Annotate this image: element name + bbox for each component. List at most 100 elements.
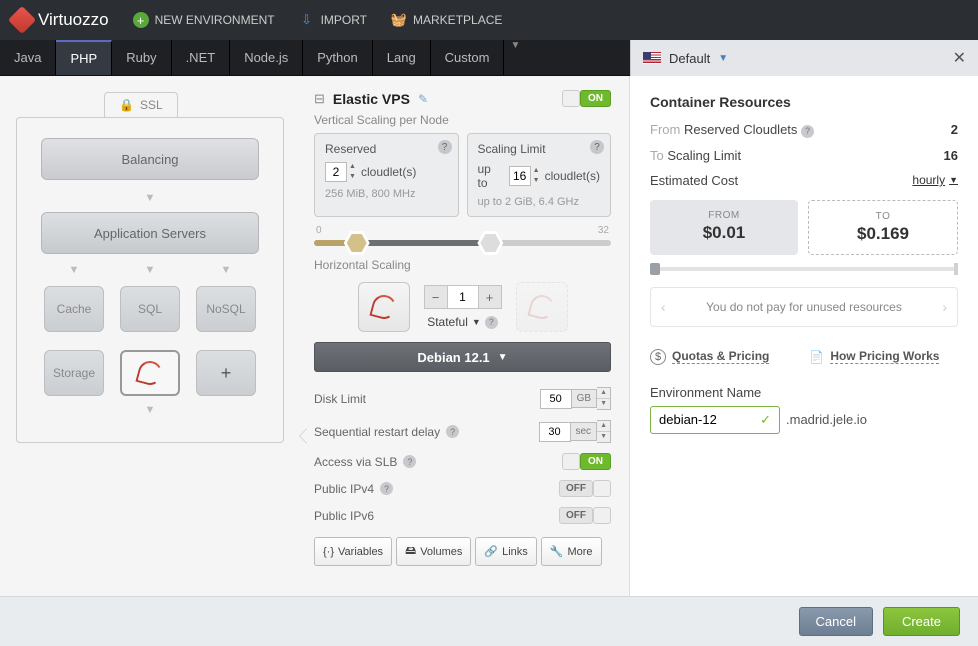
cost-slider — [650, 263, 958, 273]
region-select[interactable]: Default ▼ — [643, 51, 728, 66]
slb-label: Access via SLB — [314, 455, 397, 469]
slb-toggle[interactable]: ON — [562, 453, 611, 470]
storage-slot[interactable]: Storage — [44, 350, 104, 396]
ssl-tab[interactable]: 🔒 SSL — [104, 92, 178, 117]
disk-spinner[interactable]: ▲▼ — [597, 387, 611, 410]
reserved-card: Reserved ▲▼ cloudlet(s) 256 MiB, 800 MHz… — [314, 133, 459, 217]
chevron-right-icon[interactable]: › — [942, 299, 947, 315]
os-select[interactable]: Debian 12.1 ▼ — [314, 342, 611, 372]
doc-icon: 📄 — [809, 350, 824, 364]
plus-button[interactable]: + — [478, 285, 502, 309]
plus-icon: + — [133, 12, 149, 28]
help-icon[interactable]: ? — [590, 140, 604, 154]
import-button[interactable]: ⇩ IMPORT — [299, 12, 367, 28]
restart-label: Sequential restart delay — [314, 425, 440, 439]
ipv6-label: Public IPv6 — [314, 509, 374, 523]
topology-frame: Balancing ▼ Application Servers ▼ ▼ ▼ Ca… — [16, 117, 284, 443]
env-name-input[interactable]: debian-12 ✓ — [650, 406, 780, 434]
close-icon[interactable]: ✕ — [953, 48, 966, 68]
topology-column: 🔒 SSL Balancing ▼ Application Servers ▼ … — [0, 76, 300, 596]
vscale-label: Vertical Scaling per Node — [314, 113, 611, 127]
braces-icon: {·} — [323, 546, 334, 558]
ipv4-toggle[interactable]: OFF — [559, 480, 611, 497]
cancel-button[interactable]: Cancel — [799, 607, 873, 636]
logo-icon — [8, 6, 36, 34]
arrow-down-icon: ▼ — [31, 404, 269, 416]
arrow-down-icon: ▼ — [31, 192, 269, 204]
help-icon[interactable]: ? — [380, 482, 393, 495]
help-icon[interactable]: ? — [403, 455, 416, 468]
vps-enable-toggle[interactable]: ON — [562, 90, 611, 107]
env-name-label: Environment Name — [650, 385, 958, 400]
lang-tab-php[interactable]: PHP — [56, 40, 112, 75]
link-icon: 🔗 — [484, 545, 498, 558]
arrow-down-icon: ▼ — [120, 264, 180, 276]
dollar-icon: $ — [650, 349, 666, 365]
disk-icon: 🖴 — [405, 542, 416, 561]
restart-spinner[interactable]: ▲▼ — [597, 420, 611, 443]
switch-icon[interactable]: ⊟ — [314, 91, 325, 107]
quotas-link[interactable]: $ Quotas & Pricing — [650, 349, 769, 365]
reserved-input[interactable] — [326, 165, 346, 179]
config-column: ⊟ Elastic VPS ✎ ON Vertical Scaling per … — [300, 76, 630, 596]
add-node-button[interactable]: + — [196, 350, 256, 396]
lang-tab-nodejs[interactable]: Node.js — [230, 40, 303, 75]
debian-node[interactable] — [120, 350, 180, 396]
lang-tab-java[interactable]: Java — [0, 40, 56, 75]
lang-tab-lang[interactable]: Lang — [373, 40, 431, 75]
limit-input[interactable] — [510, 169, 530, 183]
create-button[interactable]: Create — [883, 607, 960, 636]
cost-mode-select[interactable]: hourly ▼ — [912, 173, 958, 187]
check-icon: ✓ — [760, 412, 771, 428]
resources-column: Container Resources From Reserved Cloudl… — [630, 76, 978, 596]
brand-text: Virtuozzo — [38, 10, 109, 30]
est-cost-label: Estimated Cost — [650, 173, 738, 188]
restart-input[interactable] — [539, 422, 571, 442]
node-count: 1 — [448, 285, 478, 309]
disk-limit-label: Disk Limit — [314, 392, 366, 406]
more-button[interactable]: 🔧More — [541, 537, 602, 566]
lang-tab-python[interactable]: Python — [303, 40, 372, 75]
reserved-stepper[interactable]: ▲▼ — [325, 162, 355, 182]
marketplace-button[interactable]: 🧺 MARKETPLACE — [391, 12, 502, 28]
limit-card: Scaling Limit up to ▲▼ cloudlet(s) up to… — [467, 133, 612, 217]
cloudlet-slider[interactable]: 0 32 — [314, 225, 611, 246]
balancing-slot[interactable]: Balancing — [41, 138, 259, 180]
hscale-label: Horizontal Scaling — [314, 258, 611, 272]
lang-tab-net[interactable]: .NET — [172, 40, 231, 75]
marketplace-label: MARKETPLACE — [413, 13, 502, 27]
lang-tab-ruby[interactable]: Ruby — [112, 40, 171, 75]
help-icon[interactable]: ? — [446, 425, 459, 438]
chevron-down-icon: ▼ — [718, 53, 728, 64]
new-environment-button[interactable]: + NEW ENVIRONMENT — [133, 12, 275, 28]
variables-button[interactable]: {·}Variables — [314, 537, 392, 566]
ipv6-toggle[interactable]: OFF — [559, 507, 611, 524]
sql-slot[interactable]: SQL — [120, 286, 180, 332]
debian-icon — [527, 292, 556, 321]
ipv4-label: Public IPv4 — [314, 482, 374, 496]
help-icon[interactable]: ? — [801, 125, 814, 138]
help-icon[interactable]: ? — [485, 316, 498, 329]
links-button[interactable]: 🔗Links — [475, 537, 536, 566]
chevron-left-icon[interactable]: ‹ — [661, 299, 666, 315]
chevron-down-icon[interactable]: ▼ — [510, 40, 520, 75]
pricing-link[interactable]: 📄 How Pricing Works — [809, 349, 939, 365]
app-servers-slot[interactable]: Application Servers — [41, 212, 259, 254]
cost-to-box: TO $0.169 — [808, 200, 958, 255]
volumes-button[interactable]: 🖴Volumes — [396, 537, 471, 566]
region-label: Default — [669, 51, 710, 66]
marketplace-icon: 🧺 — [391, 12, 407, 28]
help-icon[interactable]: ? — [438, 140, 452, 154]
arrow-down-icon: ▼ — [196, 264, 256, 276]
stateful-select[interactable]: Stateful ▼ ? — [427, 315, 498, 329]
nosql-slot[interactable]: NoSQL — [196, 286, 256, 332]
lang-tab-custom[interactable]: Custom — [431, 40, 505, 75]
cache-slot[interactable]: Cache — [44, 286, 104, 332]
disk-input[interactable] — [540, 389, 572, 409]
edit-icon[interactable]: ✎ — [418, 92, 428, 106]
node-count-stepper[interactable]: − 1 + — [424, 285, 502, 309]
minus-button[interactable]: − — [424, 285, 448, 309]
env-domain: .madrid.jele.io — [786, 412, 867, 427]
limit-stepper[interactable]: ▲▼ — [509, 166, 539, 186]
vps-title: Elastic VPS — [333, 91, 410, 107]
